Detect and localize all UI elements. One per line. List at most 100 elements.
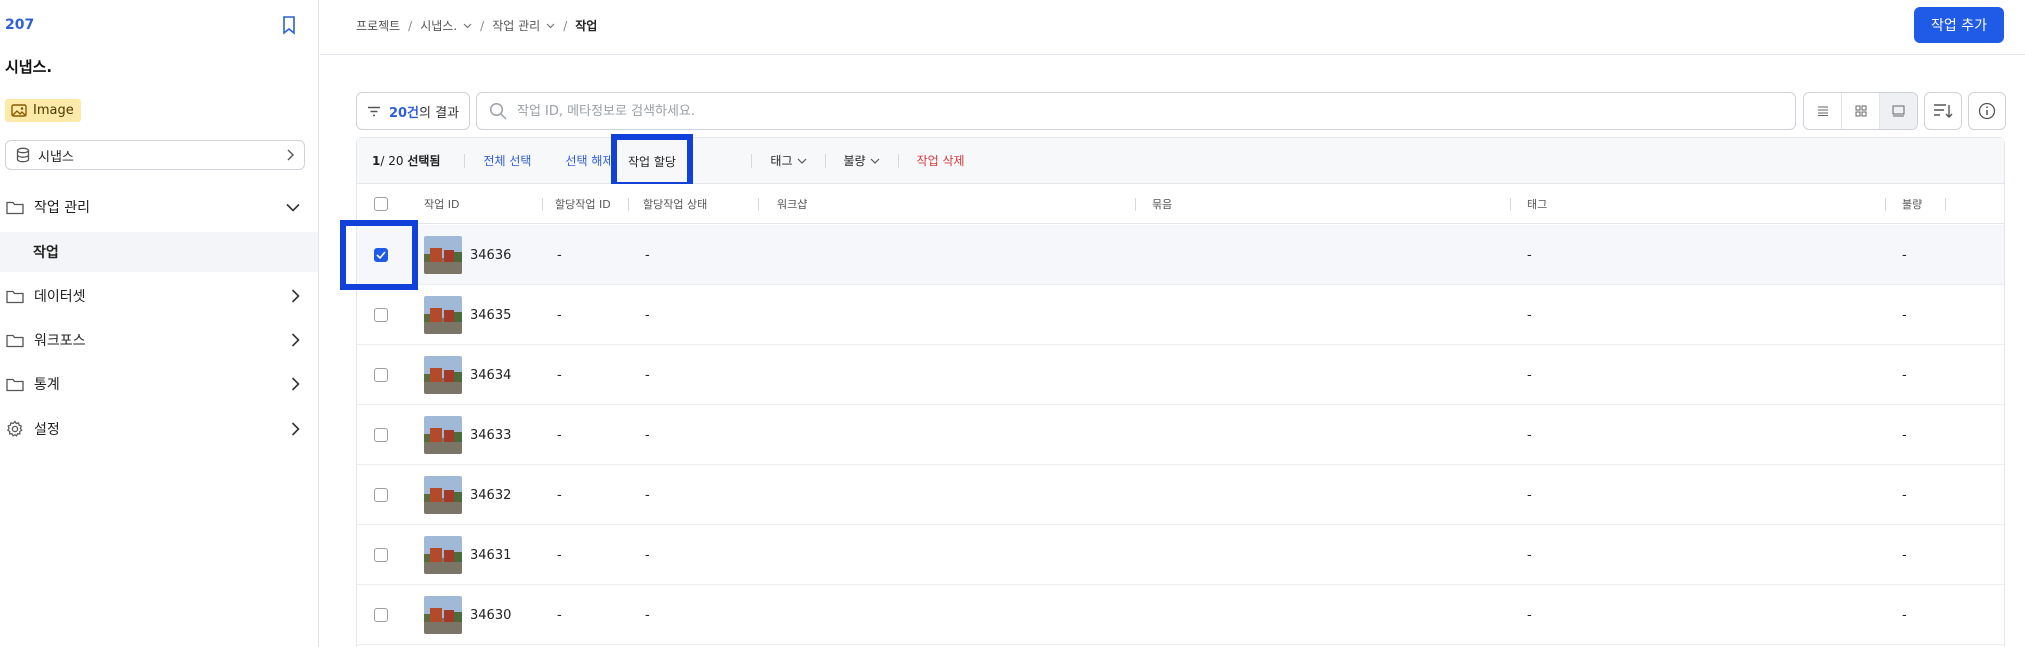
sidebar-item-settings[interactable]: 설정 [0,409,318,449]
breadcrumb-item[interactable]: 프로젝트 [356,17,400,34]
task-id[interactable]: 34630 [470,608,511,623]
folder-icon [6,290,24,303]
sort-button[interactable] [1924,92,1962,130]
dataset-select-label: 시냅스 [38,149,74,165]
add-task-button[interactable]: 작업 추가 [1914,7,2004,43]
project-id: 207 [5,17,35,33]
sidebar-subitem-tasks[interactable]: 작업 [0,232,318,272]
assign-status-cell: - [645,247,650,263]
info-button[interactable] [1968,92,2006,130]
breadcrumb-current: 작업 [575,19,598,33]
search-icon [489,102,507,120]
bookmark-icon[interactable] [281,15,297,35]
column-header[interactable]: 태그 [1527,184,1547,224]
task-thumbnail[interactable] [424,296,462,334]
table-row[interactable]: 34635 - - - - [357,285,2004,345]
assign-id-cell: - [557,607,562,623]
image-badge: Image [5,99,81,122]
task-id[interactable]: 34634 [470,368,511,383]
defect-cell: - [1902,487,1907,503]
task-thumbnail[interactable] [424,236,462,274]
folder-icon [6,378,24,391]
gallery-view-button[interactable] [1880,93,1917,129]
table-row[interactable]: 34632 - - - - [357,465,2004,525]
row-checkbox[interactable] [374,368,388,382]
tag-button[interactable]: 태그 [762,152,814,169]
filter-button[interactable]: 20건의 결과 [356,92,470,130]
defect-cell: - [1902,427,1907,443]
table-row[interactable]: 34630 - - - - [357,585,2004,645]
defect-cell: - [1902,367,1907,383]
image-view-icon [1892,105,1905,117]
badge-label: Image [33,103,74,118]
task-thumbnail[interactable] [424,356,462,394]
task-id[interactable]: 34632 [470,488,511,503]
chevron-right-icon [291,377,300,391]
grid-view-button[interactable] [1842,93,1880,129]
list-icon [1817,106,1828,116]
chevron-down-icon [286,203,300,212]
sidebar-item-label: 워크포스 [34,333,86,349]
table-row[interactable]: 34636 - - - - [357,225,2004,285]
column-header[interactable]: 워크샵 [777,184,807,224]
task-thumbnail[interactable] [424,416,462,454]
column-header[interactable]: 할당작업 ID [555,184,611,224]
row-checkbox[interactable] [374,488,388,502]
list-view-button[interactable] [1804,93,1842,129]
grid-icon [1855,105,1866,117]
database-icon [16,147,30,163]
row-checkbox[interactable] [374,608,388,622]
select-all-button[interactable]: 전체 선택 [475,152,539,169]
row-checkbox[interactable] [374,248,388,262]
chevron-down-icon[interactable] [463,23,472,29]
task-id[interactable]: 34631 [470,548,511,563]
sort-icon [1934,104,1953,118]
assign-id-cell: - [557,427,562,443]
sidebar-item-label: 통계 [34,377,60,393]
defect-cell: - [1902,607,1907,623]
task-id[interactable]: 34633 [470,428,511,443]
filter-icon [367,106,380,116]
column-header[interactable]: 불량 [1902,184,1922,224]
dataset-select[interactable]: 시냅스 [5,140,305,170]
row-checkbox[interactable] [374,548,388,562]
search-input[interactable] [517,103,1717,119]
breadcrumb-item[interactable]: 작업 관리 [492,17,540,34]
task-thumbnail[interactable] [424,476,462,514]
task-id[interactable]: 34636 [470,248,511,263]
sidebar-item-statistics[interactable]: 통계 [0,364,318,404]
sidebar-item-label: 작업 관리 [34,200,90,216]
defect-cell: - [1902,247,1907,263]
chevron-down-icon[interactable] [546,23,555,29]
column-header[interactable]: 작업 ID [424,184,459,224]
sidebar-item-workforce[interactable]: 워크포스 [0,320,318,360]
task-thumbnail[interactable] [424,536,462,574]
filter-count: 20건 [388,105,420,121]
table-row[interactable]: 34633 - - - - [357,405,2004,465]
row-checkbox[interactable] [374,308,388,322]
task-id[interactable]: 34635 [470,308,511,323]
folder-icon [6,334,24,347]
sidebar-item-label: 데이터셋 [34,289,86,305]
task-thumbnail[interactable] [424,596,462,634]
sidebar-item-dataset[interactable]: 데이터셋 [0,276,318,316]
delete-task-button[interactable]: 작업 삭제 [909,152,973,169]
sidebar: 207 시냅스. Image 시냅스 작업 관리 작업 데이터셋 워크포스 통계… [0,0,319,647]
breadcrumb-item[interactable]: 시냅스. [420,17,457,34]
table-row[interactable]: 34634 - - - - [357,345,2004,405]
column-header[interactable]: 묶음 [1152,184,1172,224]
assign-status-cell: - [645,427,650,443]
assign-status-cell: - [645,607,650,623]
tag-cell: - [1527,307,1532,323]
sidebar-item-task-management[interactable]: 작업 관리 [0,187,318,227]
row-checkbox[interactable] [374,428,388,442]
column-header[interactable]: 할당작업 상태 [643,184,707,224]
select-all-checkbox[interactable] [374,197,388,211]
defect-button[interactable]: 불량 [836,152,888,169]
table-header: 작업 ID 할당작업 ID 할당작업 상태 워크샵 묶음 태그 불량 [357,184,2004,224]
tag-cell: - [1527,607,1532,623]
assign-task-button[interactable]: 작업 할당 [611,134,693,188]
table-row[interactable]: 34631 - - - - [357,525,2004,585]
defect-cell: - [1902,547,1907,563]
assign-id-cell: - [557,307,562,323]
